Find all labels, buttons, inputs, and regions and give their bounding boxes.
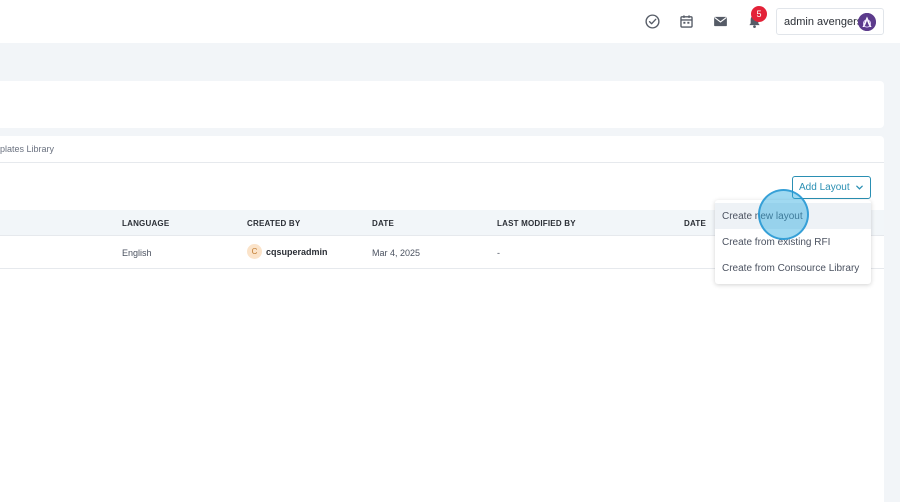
top-bar: 5 admin avengers — [0, 0, 900, 43]
column-header-created-by[interactable]: CREATED BY — [247, 219, 300, 228]
user-name: admin avengers — [784, 15, 863, 28]
main-card: plates Library Add Layout LANGUAGE CREAT… — [0, 136, 884, 502]
avatar-icon — [858, 13, 876, 31]
divider — [0, 162, 884, 163]
menu-item-create-from-consource-library[interactable]: Create from Consource Library — [715, 255, 871, 281]
notification-badge: 5 — [751, 6, 767, 22]
column-header-language[interactable]: LANGUAGE — [122, 219, 169, 228]
chevron-down-icon — [856, 185, 863, 190]
creator-avatar: C — [247, 244, 262, 259]
column-header-date[interactable]: DATE — [372, 219, 394, 228]
header-card — [0, 81, 884, 128]
calendar-icon[interactable] — [676, 11, 696, 31]
menu-item-create-new-layout[interactable]: Create new layout — [715, 203, 871, 229]
add-layout-button[interactable]: Add Layout — [792, 176, 871, 199]
breadcrumb[interactable]: plates Library — [0, 144, 54, 154]
menu-item-create-from-existing-rfi[interactable]: Create from existing RFI — [715, 229, 871, 255]
column-header-last-modified-by[interactable]: LAST MODIFIED BY — [497, 219, 576, 228]
cell-last-modified-by: - — [497, 248, 500, 258]
mail-icon[interactable] — [710, 11, 730, 31]
page-gutter — [884, 43, 900, 502]
add-layout-label: Add Layout — [799, 182, 850, 193]
column-header-modified-date[interactable]: DATE — [684, 219, 706, 228]
cell-language: English — [122, 248, 152, 258]
check-circle-icon[interactable] — [642, 11, 662, 31]
cell-created-by: C cqsuperadmin — [247, 244, 328, 259]
user-menu[interactable]: admin avengers — [776, 8, 884, 35]
add-layout-dropdown: Create new layout Create from existing R… — [715, 200, 871, 284]
creator-name: cqsuperadmin — [266, 246, 328, 257]
cell-date: Mar 4, 2025 — [372, 248, 421, 258]
